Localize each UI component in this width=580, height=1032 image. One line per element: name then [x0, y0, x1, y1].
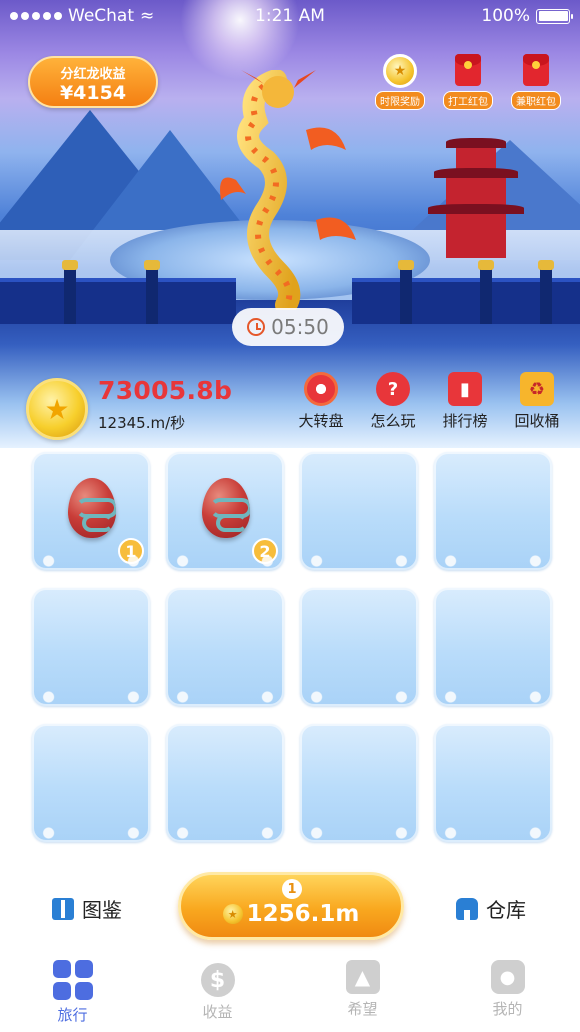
- reward-label: 兼职红包: [511, 91, 561, 110]
- railing-post: [62, 260, 78, 324]
- tab-bar: 旅行 $ 收益 ▲ 希望 ● 我的: [0, 952, 580, 1032]
- revenue-label: 分红龙收益: [60, 67, 126, 82]
- railing-post: [538, 260, 554, 324]
- battery-percent: 100%: [481, 6, 530, 26]
- leaderboard-button[interactable]: ▮ 排行榜: [432, 372, 498, 431]
- grid-slot[interactable]: [434, 452, 552, 570]
- action-bar: 大转盘 ? 怎么玩 ▮ 排行榜 ♻ 回收桶: [288, 372, 570, 431]
- egg-level-badge: 1: [118, 538, 144, 564]
- railing-left: [0, 278, 236, 324]
- coin-rate: 12345.m/秒: [98, 414, 186, 432]
- grid-slot[interactable]: [166, 724, 284, 842]
- grid-slot[interactable]: [166, 588, 284, 706]
- warehouse-button[interactable]: 仓库: [456, 894, 526, 923]
- tab-label: 希望: [347, 1000, 378, 1018]
- buy-dragon-button[interactable]: 1 ★ 1256.1m: [178, 872, 404, 940]
- how-to-play-button[interactable]: ? 怎么玩: [360, 372, 426, 431]
- action-label: 回收桶: [514, 412, 560, 430]
- reward-label: 时限奖励: [375, 91, 425, 110]
- grid-slot[interactable]: 1: [32, 452, 150, 570]
- dollar-icon: $: [200, 963, 235, 997]
- question-icon: ?: [376, 372, 410, 406]
- grid-slot[interactable]: [434, 588, 552, 706]
- action-label: 怎么玩: [370, 412, 416, 430]
- revenue-value: ¥4154: [59, 82, 127, 104]
- grid-slot[interactable]: [32, 724, 150, 842]
- grid-slot[interactable]: [300, 588, 418, 706]
- recycle-bin-button[interactable]: ♻ 回收桶: [504, 372, 570, 431]
- egg-level-badge: 2: [252, 538, 278, 564]
- battery-icon: [536, 8, 573, 24]
- thumbs-up-icon: ▲: [345, 960, 380, 994]
- coin-balance: 73005.8b: [98, 376, 233, 405]
- grid-slot[interactable]: [300, 452, 418, 570]
- grid-slot[interactable]: 2: [166, 452, 284, 570]
- grid-slot[interactable]: [300, 724, 418, 842]
- warehouse-icon: [456, 897, 478, 920]
- coin-icon: ★: [222, 904, 243, 924]
- buy-cost: 1256.1m: [246, 901, 360, 927]
- tab-label: 收益: [202, 1003, 233, 1021]
- red-packet-icon: [455, 54, 481, 86]
- tab-label: 我的: [492, 1000, 523, 1018]
- tab-earnings[interactable]: $ 收益: [168, 952, 268, 1032]
- railing-post: [144, 260, 160, 324]
- time-limited-reward-button[interactable]: ★ 时限奖励: [370, 54, 430, 110]
- grid-icon: [52, 960, 93, 1000]
- railing-post: [398, 260, 414, 324]
- dragon-illustration: [220, 70, 356, 310]
- action-label: 大转盘: [298, 412, 344, 430]
- red-packet-icon: [523, 54, 549, 86]
- wheel-icon: [304, 372, 338, 406]
- timer-value: 05:50: [271, 315, 329, 339]
- status-bar: WeChat ≈ 1:21 AM 100%: [0, 0, 580, 32]
- reward-label: 打工红包: [443, 91, 493, 110]
- dragon-egg[interactable]: [202, 478, 250, 538]
- lucky-wheel-button[interactable]: 大转盘: [288, 372, 354, 431]
- user-icon: ●: [490, 960, 525, 994]
- work-red-packet-button[interactable]: 打工红包: [438, 54, 498, 110]
- tab-label: 旅行: [57, 1006, 88, 1024]
- buy-level-badge: 1: [282, 879, 302, 899]
- tab-mine[interactable]: ● 我的: [458, 952, 558, 1032]
- action-label: 排行榜: [442, 412, 488, 430]
- pagoda: [428, 128, 524, 258]
- book-icon: [52, 897, 74, 920]
- part-time-red-packet-button[interactable]: 兼职红包: [506, 54, 566, 110]
- reward-buttons: ★ 时限奖励 打工红包 兼职红包: [370, 54, 566, 110]
- gold-coin-icon: ★: [26, 378, 88, 440]
- coin-icon: ★: [383, 54, 417, 88]
- recycle-bin-icon: ♻: [520, 372, 554, 406]
- revenue-badge[interactable]: 分红龙收益 ¥4154: [28, 56, 158, 108]
- warehouse-label: 仓库: [486, 898, 526, 922]
- clock-icon: [247, 318, 266, 336]
- handbook-label: 图鉴: [82, 898, 122, 922]
- handbook-button[interactable]: 图鉴: [52, 894, 122, 923]
- tab-hope[interactable]: ▲ 希望: [313, 952, 413, 1032]
- grid-slot[interactable]: [434, 724, 552, 842]
- egg-grid: 12: [32, 452, 552, 842]
- ranking-icon: ▮: [448, 372, 482, 406]
- countdown-timer: 05:50: [232, 308, 344, 346]
- railing-post: [478, 260, 494, 324]
- dragon-egg[interactable]: [68, 478, 116, 538]
- grid-slot[interactable]: [32, 588, 150, 706]
- tab-travel[interactable]: 旅行: [23, 952, 123, 1032]
